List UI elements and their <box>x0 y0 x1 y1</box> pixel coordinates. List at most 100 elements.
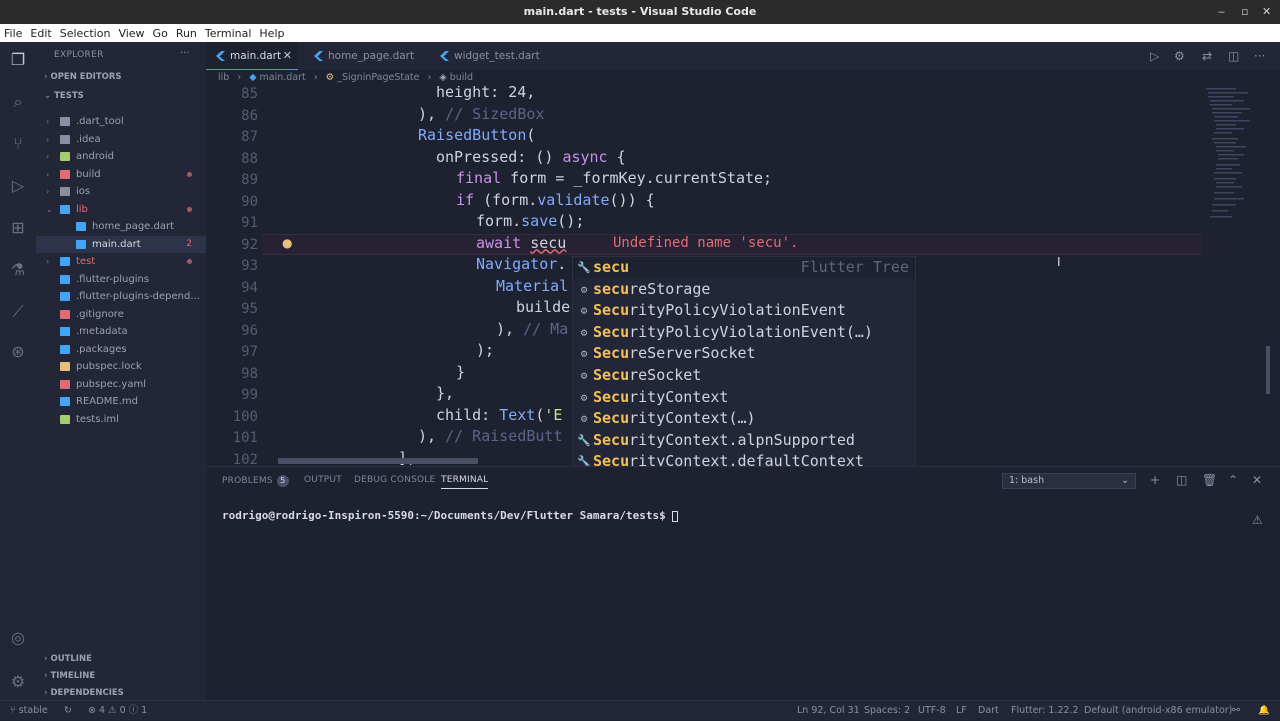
modified-dot <box>187 259 192 264</box>
folder-item[interactable]: › .idea <box>36 131 206 148</box>
menu-view[interactable]: View <box>114 27 148 40</box>
suggestion-item[interactable]: ⚙ SecurityContext(…) <box>573 408 915 430</box>
tab-problems[interactable]: PROBLEMS 5 <box>222 475 289 487</box>
encoding-status[interactable]: UTF-8 <box>918 701 946 721</box>
menu-run[interactable]: Run <box>172 27 201 40</box>
testing-icon[interactable]: ⚗ <box>8 260 28 280</box>
file-item[interactable]: main.dart 2 <box>36 235 206 253</box>
remote-icon[interactable]: ⊛ <box>8 342 28 362</box>
maximize-panel-icon[interactable]: ⌃ <box>1228 473 1238 487</box>
breadcrumb-file[interactable]: main.dart <box>260 72 306 83</box>
cursor-position[interactable]: Ln 92, Col 31 <box>797 701 860 721</box>
breadcrumb: lib › ◆ main.dart › ⚙ _SigninPageState ›… <box>218 72 474 83</box>
minimap[interactable] <box>1204 86 1270 466</box>
tests-root-section[interactable]: ⌄ TESTS <box>44 91 84 101</box>
file-item[interactable]: pubspec.lock <box>36 358 206 375</box>
tab-widget-test-dart[interactable]: widget_test.dart <box>430 42 554 70</box>
menu-terminal[interactable]: Terminal <box>201 27 256 40</box>
files-icon[interactable]: ❐ <box>8 50 28 70</box>
suggestion-label: SecureServerSocket <box>593 344 756 363</box>
sync-icon[interactable]: ↻ <box>64 701 72 721</box>
suggestion-item[interactable]: ⚙ SecureSocket <box>573 365 915 387</box>
suggestion-item[interactable]: ⚙ secureStorage <box>573 279 915 301</box>
breadcrumb-method[interactable]: build <box>450 72 473 83</box>
terminal-select[interactable]: 1: bash ⌄ <box>1002 473 1136 489</box>
tab-debug-console[interactable]: DEBUG CONSOLE <box>354 475 435 485</box>
flutter-version-status[interactable]: Flutter: 1.22.2 <box>1011 701 1079 721</box>
menu-help[interactable]: Help <box>255 27 288 40</box>
split-editor-icon[interactable]: ◫ <box>1228 49 1239 63</box>
account-icon[interactable]: ◎ <box>8 628 28 648</box>
debug-icon[interactable]: ⚙ <box>1174 49 1185 63</box>
dependencies-section[interactable]: › DEPENDENCIES <box>44 688 124 698</box>
breadcrumb-lib[interactable]: lib <box>218 72 229 83</box>
folder-item[interactable]: › android <box>36 148 206 165</box>
suggestion-item[interactable]: ⚙ SecurityPolicyViolationEvent(…) <box>573 322 915 344</box>
folder-item[interactable]: › build <box>36 166 206 183</box>
file-item[interactable]: .flutter-plugins-depend... <box>36 288 206 305</box>
search-icon[interactable]: ⌕ <box>8 92 28 112</box>
menu-go[interactable]: Go <box>149 27 172 40</box>
tab-home-page-dart[interactable]: home_page.dart <box>304 42 422 70</box>
suggestion-item[interactable]: ⚙ SecurityContext <box>573 387 915 409</box>
close-panel-icon[interactable]: ✕ <box>1252 473 1262 487</box>
run-debug-icon[interactable]: ▷ <box>8 176 28 196</box>
folder-icon <box>60 117 70 126</box>
suggestion-item[interactable]: ⚙ SecureServerSocket <box>573 343 915 365</box>
tree-item-label: .idea <box>76 133 101 145</box>
suggestion-item[interactable]: 🔧 secu Flutter Tree <box>573 257 915 279</box>
folder-item[interactable]: › test <box>36 253 206 270</box>
notifications-bell-icon[interactable]: 🔔 <box>1258 701 1270 721</box>
file-item[interactable]: tests.iml <box>36 411 206 428</box>
timeline-section[interactable]: › TIMELINE <box>44 671 95 681</box>
outline-section[interactable]: › OUTLINE <box>44 654 92 664</box>
device-status[interactable]: Default (android-x86 emulator) <box>1084 701 1232 721</box>
file-item[interactable]: README.md <box>36 393 206 410</box>
file-item[interactable]: .metadata <box>36 323 206 340</box>
file-item[interactable]: .packages <box>36 341 206 358</box>
source-control-icon[interactable]: ⑂ <box>8 134 28 154</box>
branch-status[interactable]: ⑂ stable <box>10 701 48 721</box>
menu-file[interactable]: File <box>0 27 26 40</box>
editor-more-icon[interactable]: ··· <box>1254 49 1265 63</box>
tab-terminal[interactable]: TERMINAL <box>441 475 489 489</box>
indentation-status[interactable]: Spaces: 2 <box>864 701 910 721</box>
horizontal-scrollbar[interactable] <box>278 458 478 464</box>
file-item[interactable]: pubspec.yaml <box>36 376 206 393</box>
maximize-button[interactable]: ▫ <box>1241 0 1248 24</box>
tab-output[interactable]: OUTPUT <box>304 475 342 485</box>
file-item[interactable]: home_page.dart <box>36 218 206 235</box>
extensions-icon[interactable]: ⊞ <box>8 218 28 238</box>
folder-item[interactable]: ⌄ lib <box>36 201 206 218</box>
run-icon[interactable]: ▷ <box>1150 49 1159 63</box>
terminal-prompt[interactable]: rodrigo@rodrigo-Inspiron-5590:~/Document… <box>222 509 679 522</box>
suggestion-item[interactable]: 🔧 SecurityContext.alpnSupported <box>573 430 915 452</box>
lightbulb-icon[interactable]: ● <box>282 236 292 250</box>
problems-status[interactable]: ⊗ 4 ⚠ 0 ⓘ 1 <box>88 701 147 721</box>
settings-gear-icon[interactable]: ⚙ <box>8 672 28 692</box>
file-item[interactable]: .gitignore <box>36 306 206 323</box>
file-item[interactable]: .flutter-plugins <box>36 271 206 288</box>
tab-main-dart[interactable]: main.dart ✕ <box>206 42 298 70</box>
live-share-icon[interactable]: ⚯ <box>1232 701 1240 721</box>
breadcrumb-class[interactable]: _SigninPageState <box>337 72 419 83</box>
line-number: 98 <box>241 365 258 382</box>
folder-item[interactable]: › ios <box>36 183 206 200</box>
close-window-button[interactable]: ✕ <box>1262 0 1271 24</box>
close-tab-icon[interactable]: ✕ <box>283 42 292 70</box>
more-actions-icon[interactable]: ··· <box>180 48 190 59</box>
split-terminal-icon[interactable]: ◫ <box>1176 473 1187 487</box>
folder-item[interactable]: › .dart_tool <box>36 113 206 130</box>
eol-status[interactable]: LF <box>956 701 967 721</box>
flutter-icon[interactable]: ⟋ <box>8 302 28 322</box>
trash-icon[interactable]: 🗑 <box>1202 473 1217 487</box>
minimize-button[interactable]: ‒ <box>1218 0 1225 24</box>
open-changes-icon[interactable]: ⇄ <box>1202 49 1212 63</box>
new-terminal-icon[interactable]: + <box>1150 473 1160 487</box>
suggestion-label: secureStorage <box>593 279 711 298</box>
menu-selection[interactable]: Selection <box>56 27 115 40</box>
open-editors-section[interactable]: › OPEN EDITORS <box>44 72 122 82</box>
language-status[interactable]: Dart <box>978 701 999 721</box>
suggestion-item[interactable]: ⚙ SecurityPolicyViolationEvent <box>573 300 915 322</box>
menu-edit[interactable]: Edit <box>26 27 55 40</box>
